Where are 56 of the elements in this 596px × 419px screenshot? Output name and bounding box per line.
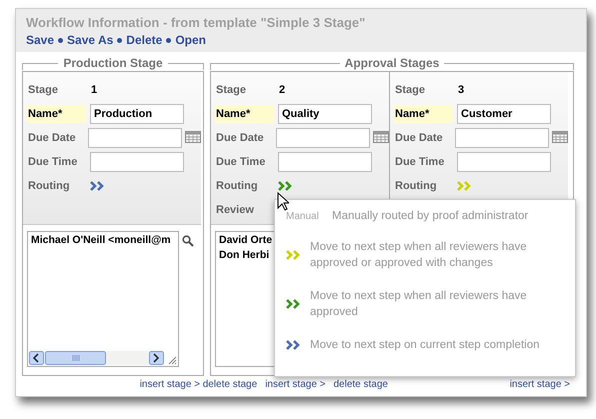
field-label: Name* (394, 105, 453, 123)
field-label: Due Time (394, 156, 446, 168)
section-legend: Approval Stages (344, 56, 440, 70)
routing-icon[interactable] (90, 181, 106, 191)
field-label: Due Date (27, 132, 77, 144)
time-field[interactable] (90, 152, 184, 172)
date-field[interactable] (276, 128, 370, 148)
reviewer-name: Michael O'Neill <moneill@m (31, 234, 171, 247)
stage-number: 2 (279, 84, 286, 96)
stage-link[interactable]: insert stage > (510, 378, 570, 390)
stage-link[interactable]: insert stage > (265, 378, 326, 390)
field-label: Review (215, 204, 255, 216)
section-legend: Production Stage (63, 56, 163, 70)
field-label: Stage (27, 84, 59, 96)
field-label: Due Time (27, 156, 78, 168)
stage-link[interactable]: delete stage (202, 378, 258, 390)
time-field[interactable] (457, 152, 551, 172)
search-icon[interactable] (182, 235, 194, 247)
reviewer-name: David Orte (219, 234, 272, 247)
name-field[interactable]: Quality (278, 104, 372, 124)
stage-number: 3 (458, 84, 464, 96)
date-field[interactable] (455, 128, 549, 148)
stage-number: 1 (91, 84, 98, 96)
bullet-dot (117, 38, 122, 42)
field-label: Stage (215, 84, 247, 96)
action-link[interactable]: Save As (67, 33, 114, 47)
routing-icon[interactable] (286, 340, 302, 350)
field-label: Due Date (215, 132, 265, 144)
page-title: Workflow Information - from template "Simple 3 Stage" (26, 15, 366, 30)
action-link[interactable]: Save (26, 33, 54, 47)
routing-icon[interactable] (286, 299, 302, 309)
routing-icon[interactable] (278, 181, 294, 191)
calendar-icon[interactable] (552, 130, 568, 142)
calendar-icon[interactable] (185, 130, 201, 142)
field-label: Due Time (215, 156, 266, 168)
action-link[interactable]: Delete (126, 33, 162, 47)
field-label: Name* (27, 105, 86, 123)
name-field[interactable]: Customer (457, 104, 551, 124)
field-label: Routing (27, 180, 71, 192)
field-label: Routing (394, 180, 438, 192)
field-label: Stage (394, 84, 426, 96)
name-field[interactable]: Production (90, 104, 184, 124)
date-field[interactable] (88, 128, 182, 148)
calendar-icon[interactable] (373, 130, 389, 142)
horizontal-scrollbar[interactable] (29, 351, 164, 365)
time-field[interactable] (278, 152, 372, 172)
field-label: Name* (215, 105, 274, 123)
resize-grip-icon[interactable] (167, 355, 177, 365)
bullet-dot (58, 38, 64, 42)
stage-link[interactable]: delete stage (334, 378, 388, 390)
stage-link[interactable]: insert stage > (140, 378, 200, 390)
bullet-dot (166, 38, 172, 42)
field-label: Routing (215, 180, 259, 192)
reviewer-name: Don Herbi (219, 249, 270, 262)
action-link[interactable]: Open (175, 33, 206, 47)
field-label: Due Date (394, 132, 444, 144)
